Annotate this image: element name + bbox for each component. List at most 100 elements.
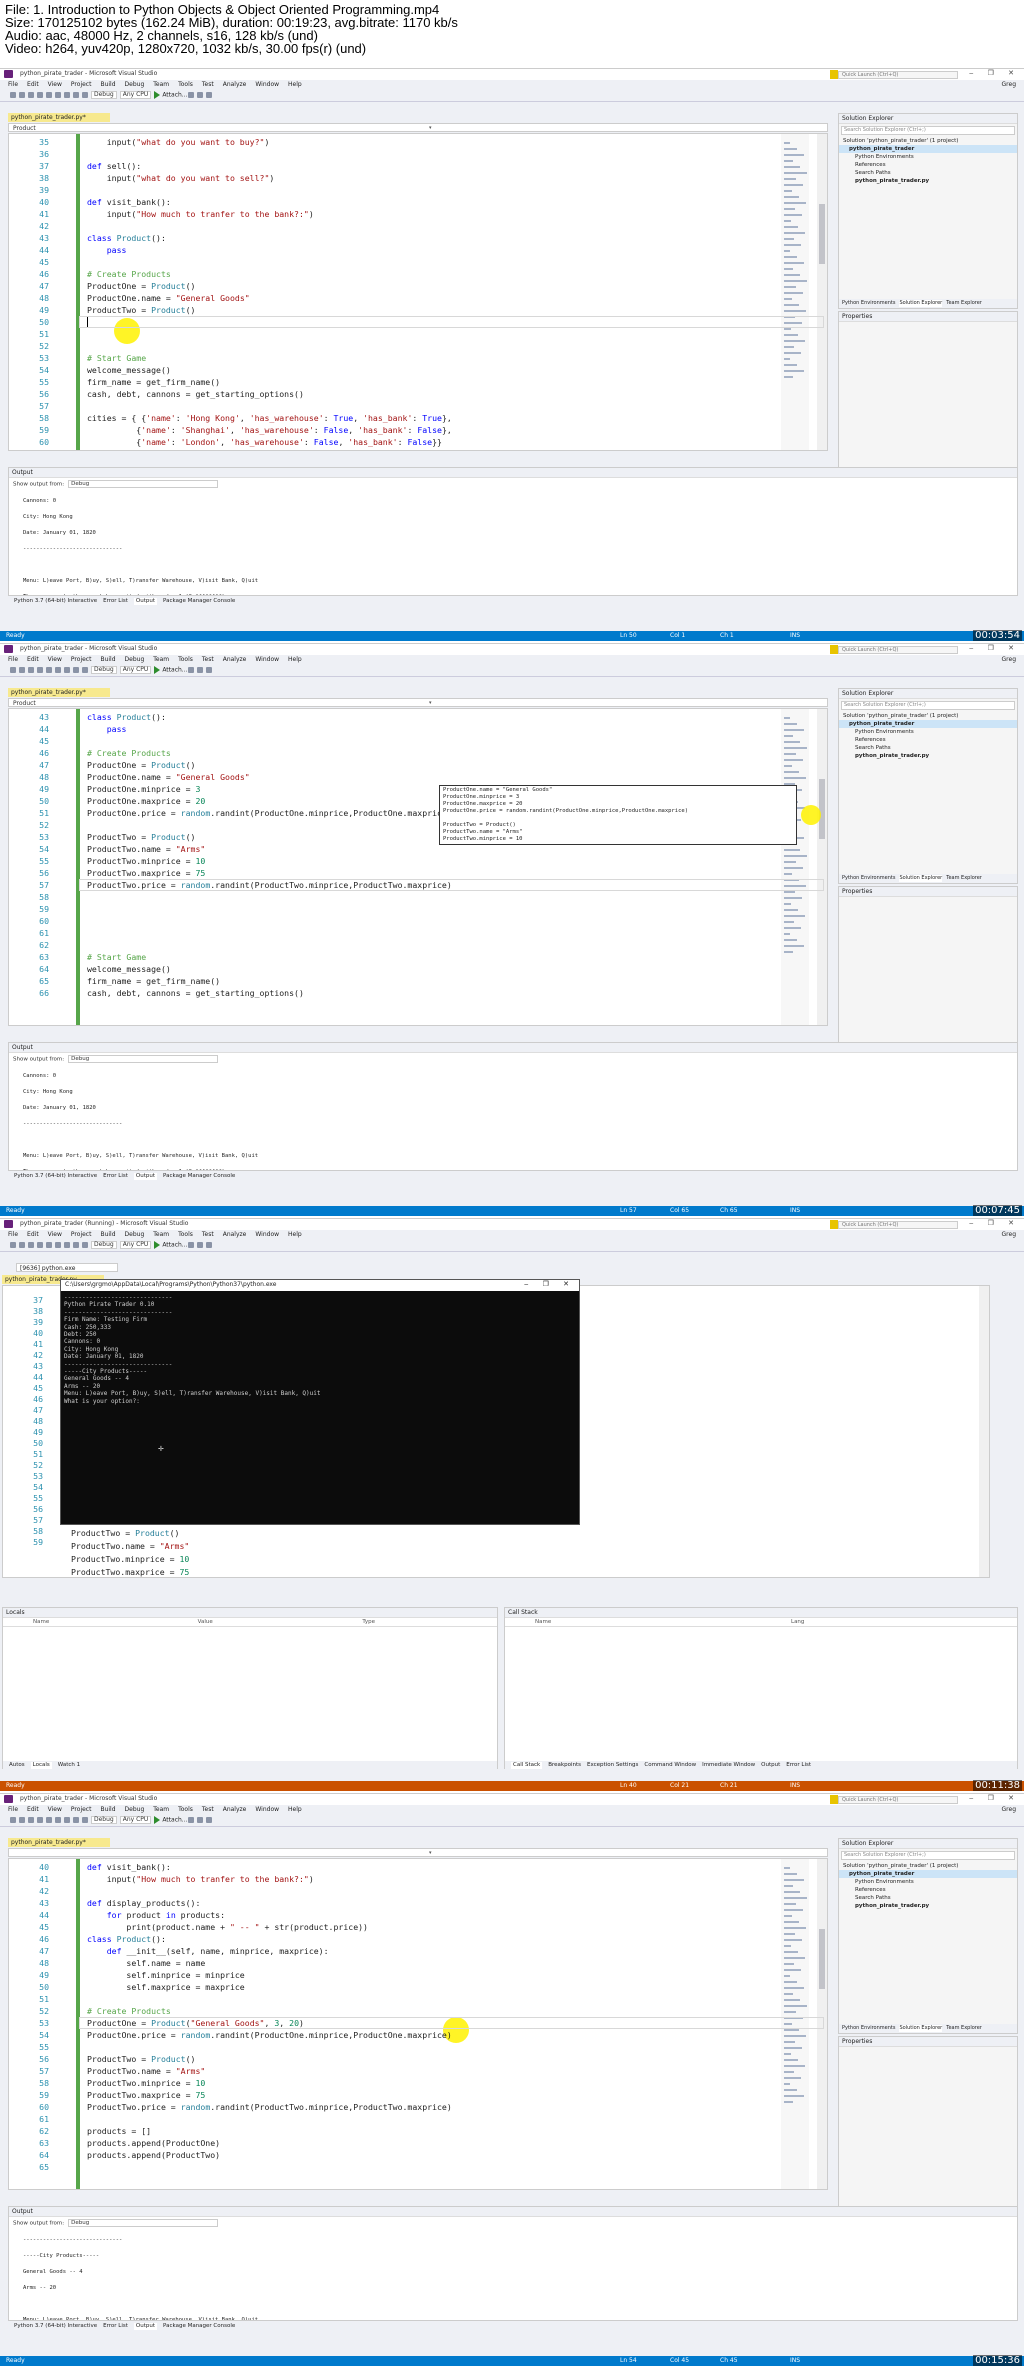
nav-member-dropdown-icon[interactable]: ▾ [429,125,432,131]
menu-project[interactable]: Project [71,656,92,664]
code-line[interactable]: 43 class Product(): [9,232,799,244]
code-line[interactable]: 52 [9,340,799,352]
menu-view[interactable]: View [48,1231,62,1239]
platform-select[interactable]: Any CPU [119,91,152,99]
code-line[interactable]: 44 pass [9,244,799,256]
toolbar-button-icon[interactable] [19,92,25,98]
menu-debug[interactable]: Debug [125,656,145,664]
menu-team[interactable]: Team [153,1231,169,1239]
code-line[interactable]: 58 ProductTwo.minprice = 10 [9,2077,799,2089]
process-select[interactable]: [9636] python.exe [16,1263,118,1272]
code-line[interactable]: 65 firm_name = get_firm_name() [9,975,799,987]
code-line[interactable]: 51 [9,328,799,340]
debug-tab[interactable]: Error List [786,1762,811,1769]
menu-project[interactable]: Project [71,81,92,89]
menu-build[interactable]: Build [100,1806,115,1814]
notification-filter-icon[interactable] [830,1795,838,1804]
tree-item[interactable]: Solution 'python_pirate_trader' (1 proje… [839,1862,1017,1870]
menu-build[interactable]: Build [100,81,115,89]
toolbar-button-icon[interactable] [82,1817,88,1823]
notification-filter-icon[interactable] [830,645,838,654]
menu-project[interactable]: Project [71,1806,92,1814]
document-tab[interactable]: python_pirate_trader.py* [8,688,110,697]
code-line[interactable]: ProductTwo.name = "Arms" [3,1540,793,1552]
code-line[interactable]: 55 ProductTwo.minprice = 10 [9,855,799,867]
bottom-tab[interactable]: Output [133,2323,158,2330]
bottom-tab[interactable]: Error List [103,598,128,605]
code-line[interactable]: 59 ProductTwo.maxprice = 75 [9,2089,799,2101]
menu-help[interactable]: Help [288,1231,302,1239]
toolbar-button-icon[interactable] [73,1817,79,1823]
start-debug-icon[interactable] [154,91,161,99]
menu-file[interactable]: File [8,656,18,664]
bottom-tab[interactable]: Package Manager Console [163,598,235,605]
debug-tab[interactable]: Watch 1 [58,1762,80,1769]
toolbar-button-icon[interactable] [64,1242,70,1248]
menu-edit[interactable]: Edit [27,81,39,89]
code-line[interactable]: 41 input("How much to tranfer to the ban… [9,1873,799,1885]
scrollbar-thumb[interactable] [819,204,825,264]
menu-file[interactable]: File [8,81,18,89]
tree-item[interactable]: python_pirate_trader [839,1870,1017,1878]
code-line[interactable]: 61 [9,2113,799,2125]
tree-item[interactable]: References [839,1886,1017,1894]
toolbar-button-icon[interactable] [64,1817,70,1823]
code-line[interactable]: 50 self.maxprice = maxprice [9,1981,799,1993]
menu-analyze[interactable]: Analyze [223,656,247,664]
tree-item[interactable]: Search Paths [839,744,1017,752]
solution-search-input[interactable]: Search Solution Explorer (Ctrl+;) [841,701,1015,710]
code-line[interactable]: 49 self.minprice = minprice [9,1969,799,1981]
code-line[interactable]: 63 products.append(ProductOne) [9,2137,799,2149]
code-line[interactable]: 44 for product in products: [9,1909,799,1921]
code-minimap[interactable] [781,709,809,1025]
toolbar-button-icon[interactable] [28,92,34,98]
menu-test[interactable]: Test [202,81,214,89]
bottom-tab[interactable]: Error List [103,1173,128,1180]
toolbar-button-icon[interactable] [10,1817,16,1823]
code-editor[interactable]: 35 input("what do you want to buy?") 36 37… [8,133,828,451]
platform-select[interactable]: Any CPU [119,666,152,674]
code-line[interactable]: 47 ProductOne = Product() [9,280,799,292]
bottom-tab[interactable]: Python 3.7 (64-bit) Interactive [14,598,97,605]
code-line[interactable]: 63 # Start Game [9,951,799,963]
code-line[interactable]: 65 [9,2161,799,2173]
toolbar-button-icon[interactable] [187,1817,194,1823]
code-editor[interactable]: 40 def visit_bank(): 41 input("How much to… [8,1858,828,2190]
menu-help[interactable]: Help [288,81,302,89]
debug-tab[interactable]: Immediate Window [702,1762,755,1769]
toolbar-button-icon[interactable] [82,1242,88,1248]
platform-select[interactable]: Any CPU [119,1816,152,1824]
toolbar-button-icon[interactable] [64,667,70,673]
toolbar-button-icon[interactable] [28,667,34,673]
code-line[interactable]: 52 # Create Products [9,2005,799,2017]
code-line[interactable]: 36 [9,148,799,160]
explorer-tab[interactable]: Solution Explorer [899,300,943,307]
menu-analyze[interactable]: Analyze [223,1806,247,1814]
tree-item[interactable]: Python Environments [839,1878,1017,1886]
quick-launch-input[interactable]: Quick Launch (Ctrl+Q) [838,1796,958,1804]
tree-item[interactable]: python_pirate_trader.py [839,1902,1017,1910]
code-line[interactable]: 35 input("what do you want to buy?") [9,136,799,148]
code-minimap[interactable] [781,134,809,450]
notification-filter-icon[interactable] [830,1220,838,1229]
menu-test[interactable]: Test [202,1806,214,1814]
explorer-tab[interactable]: Python Environments [842,2025,895,2032]
toolbar-button-icon[interactable] [19,1817,25,1823]
code-line[interactable]: 54 welcome_message() [9,364,799,376]
config-select[interactable]: Debug [91,1241,117,1249]
code-line[interactable]: 40 def visit_bank(): [9,1861,799,1873]
code-line[interactable]: 64 welcome_message() [9,963,799,975]
start-debug-icon[interactable] [154,1816,161,1824]
debug-tab[interactable]: Command Window [644,1762,696,1769]
output-source-select[interactable]: Debug [68,1055,219,1063]
output-source-select[interactable]: Debug [68,2219,219,2227]
code-line[interactable]: 56 ProductTwo.maxprice = 75 [9,867,799,879]
tree-item[interactable]: Python Environments [839,728,1017,736]
menu-tools[interactable]: Tools [178,81,193,89]
debug-tab[interactable]: Locals [30,1762,52,1769]
notification-filter-icon[interactable] [830,70,838,79]
menu-window[interactable]: Window [255,1231,279,1239]
bottom-tab[interactable]: Output [133,598,158,605]
tree-item[interactable]: References [839,736,1017,744]
menu-debug[interactable]: Debug [125,1231,145,1239]
